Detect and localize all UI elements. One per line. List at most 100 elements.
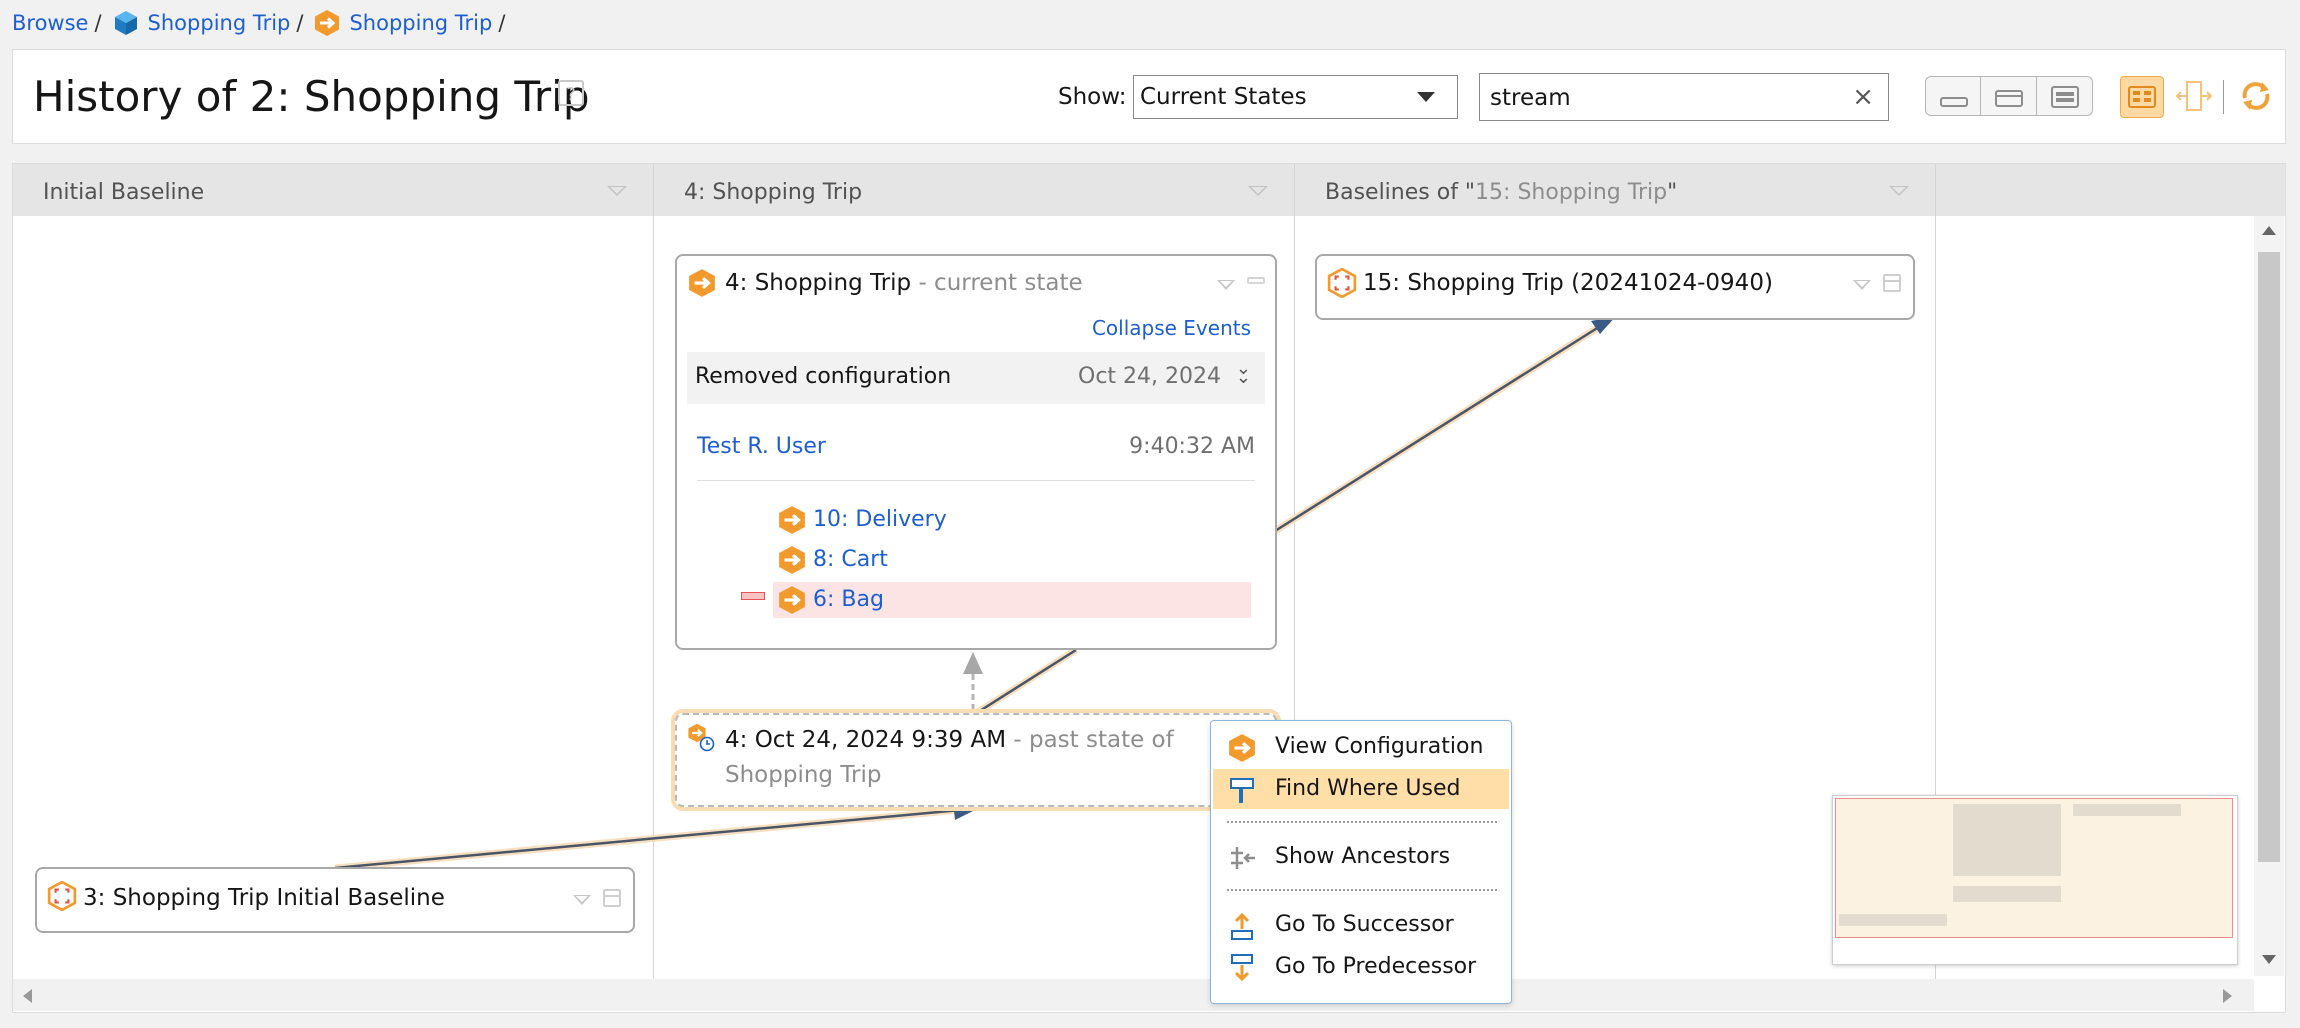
refresh-icon <box>2242 82 2270 110</box>
past-state-card[interactable]: 4: Oct 24, 2024 9:39 AM - past state of … <box>675 713 1277 807</box>
toolbar-divider <box>2223 80 2224 114</box>
menu-separator <box>1227 821 1497 823</box>
search-input[interactable] <box>1488 84 1852 112</box>
past-stream-icon <box>687 723 717 753</box>
removed-icon <box>741 592 765 600</box>
card-title-text: 4: Shopping Trip <box>725 270 912 296</box>
baseline-icon <box>1327 268 1357 298</box>
child-item-removed[interactable]: 6: Bag <box>773 582 1251 618</box>
minimap-block <box>2073 804 2181 816</box>
arrow-up-icon <box>1231 912 1253 940</box>
card-title: 3: Shopping Trip Initial Baseline <box>83 885 445 911</box>
scroll-left-icon[interactable] <box>23 989 32 1003</box>
clear-icon[interactable]: × <box>1852 82 1874 112</box>
ancestors-icon <box>1231 847 1255 869</box>
configuration-icon <box>1229 734 1255 762</box>
menu-item-go-to-predecessor[interactable]: Go To Predecessor <box>1213 947 1509 987</box>
event-row[interactable]: Removed configuration Oct 24, 2024 ⌄ ⌄ <box>687 352 1265 404</box>
view-small-button[interactable] <box>1925 76 1981 116</box>
collapse-card-icon[interactable] <box>1247 277 1265 284</box>
current-state-card[interactable]: 4: Shopping Trip - current state Collaps… <box>675 254 1277 650</box>
breadcrumb-separator: / <box>498 11 506 35</box>
breadcrumb-configuration-label: Shopping Trip <box>349 11 493 35</box>
vertical-scrollbar[interactable] <box>2254 216 2284 976</box>
double-chevron-down-icon[interactable]: ⌄ ⌄ <box>1236 360 1251 387</box>
menu-item-view-configuration[interactable]: View Configuration <box>1213 727 1509 767</box>
baseline-icon <box>47 881 77 911</box>
stream-icon <box>689 269 715 297</box>
medium-card-icon <box>1995 90 2023 107</box>
show-label: Show: <box>1058 84 1127 110</box>
child-link[interactable]: 10: Delivery <box>813 507 947 532</box>
child-link[interactable]: 6: Bag <box>813 587 884 612</box>
clock-icon <box>699 736 715 752</box>
card-subtitle: - current state <box>911 270 1083 296</box>
chevron-down-icon <box>1417 92 1435 102</box>
search-field[interactable]: × <box>1479 73 1889 121</box>
stream-icon <box>779 506 805 534</box>
expanded-card-icon <box>2051 86 2079 108</box>
chevron-down-icon[interactable] <box>1853 280 1871 290</box>
cube-icon <box>114 11 137 35</box>
show-select[interactable]: Current States <box>1133 75 1458 119</box>
divider <box>697 480 1255 481</box>
menu-item-find-where-used[interactable]: Find Where Used <box>1213 769 1509 809</box>
help-icon[interactable]: ? <box>558 80 584 106</box>
view-medium-button[interactable] <box>1981 76 2037 116</box>
initial-baseline-card[interactable]: 3: Shopping Trip Initial Baseline <box>35 867 635 933</box>
scroll-down-icon[interactable] <box>2262 955 2276 964</box>
expand-icon <box>2175 81 2213 111</box>
context-menu: View Configuration Find Where Used Show … <box>1210 720 1512 1004</box>
breadcrumb-separator: / <box>94 11 102 35</box>
horizontal-scrollbar[interactable] <box>13 979 2254 1011</box>
scroll-up-icon[interactable] <box>2262 226 2276 235</box>
breadcrumb: Browse / Shopping Trip / Shopping Trip / <box>12 8 515 38</box>
menu-item-go-to-successor[interactable]: Go To Successor <box>1213 905 1509 945</box>
child-item[interactable]: 8: Cart <box>773 542 1251 578</box>
page-title: History of 2: Shopping Trip <box>33 72 590 121</box>
expand-card-icon[interactable] <box>603 889 621 907</box>
breadcrumb-browse[interactable]: Browse <box>12 11 88 35</box>
grid-layout-button[interactable] <box>2120 76 2164 118</box>
menu-item-label: Go To Predecessor <box>1275 954 1477 979</box>
card-title-text: 4: Oct 24, 2024 9:39 AM <box>725 727 1007 753</box>
breadcrumb-separator: / <box>296 11 304 35</box>
event-date: Oct 24, 2024 <box>1078 364 1221 389</box>
menu-item-label: Go To Successor <box>1275 912 1454 937</box>
menu-separator <box>1227 889 1497 891</box>
chevron-down-icon[interactable] <box>573 895 591 905</box>
breadcrumb-project-label: Shopping Trip <box>147 11 291 35</box>
minimap-block <box>1839 914 1947 926</box>
show-select-value: Current States <box>1140 84 1307 110</box>
stream-icon <box>779 586 805 614</box>
chevron-down-icon[interactable] <box>1217 280 1235 290</box>
header-panel: History of 2: Shopping Trip ? Show: Curr… <box>12 49 2286 144</box>
menu-item-label: Find Where Used <box>1275 776 1461 801</box>
refresh-button[interactable] <box>2235 76 2279 118</box>
child-item[interactable]: 10: Delivery <box>773 502 1251 538</box>
breadcrumb-configuration[interactable]: Shopping Trip <box>313 9 492 37</box>
breadcrumb-project[interactable]: Shopping Trip <box>112 9 291 37</box>
child-link[interactable]: 8: Cart <box>813 547 888 572</box>
arrow-down-icon <box>1231 954 1253 982</box>
minimap-block <box>1953 886 2061 902</box>
event-label: Removed configuration <box>695 364 952 389</box>
scrollbar-thumb[interactable] <box>2258 252 2280 862</box>
signpost-icon <box>1230 778 1254 803</box>
collapsed-card-icon <box>1940 97 1968 107</box>
baseline-card[interactable]: 15: Shopping Trip (20241024-0940) <box>1315 254 1915 320</box>
scroll-right-icon[interactable] <box>2223 989 2232 1003</box>
expand-card-icon[interactable] <box>1883 274 1901 292</box>
card-title: 4: Oct 24, 2024 9:39 AM - past state of … <box>725 723 1195 793</box>
menu-item-label: Show Ancestors <box>1275 844 1451 869</box>
menu-item-show-ancestors[interactable]: Show Ancestors <box>1213 837 1509 877</box>
expand-all-button[interactable] <box>2173 76 2217 118</box>
stream-icon <box>779 546 805 574</box>
view-large-button[interactable] <box>2037 76 2093 116</box>
minimap[interactable] <box>1832 795 2238 965</box>
view-size-group <box>1925 76 2093 116</box>
menu-item-label: View Configuration <box>1275 734 1484 759</box>
grid-layout-icon <box>2128 86 2156 108</box>
collapse-events-link[interactable]: Collapse Events <box>1092 316 1251 340</box>
event-user-link[interactable]: Test R. User <box>697 434 826 459</box>
